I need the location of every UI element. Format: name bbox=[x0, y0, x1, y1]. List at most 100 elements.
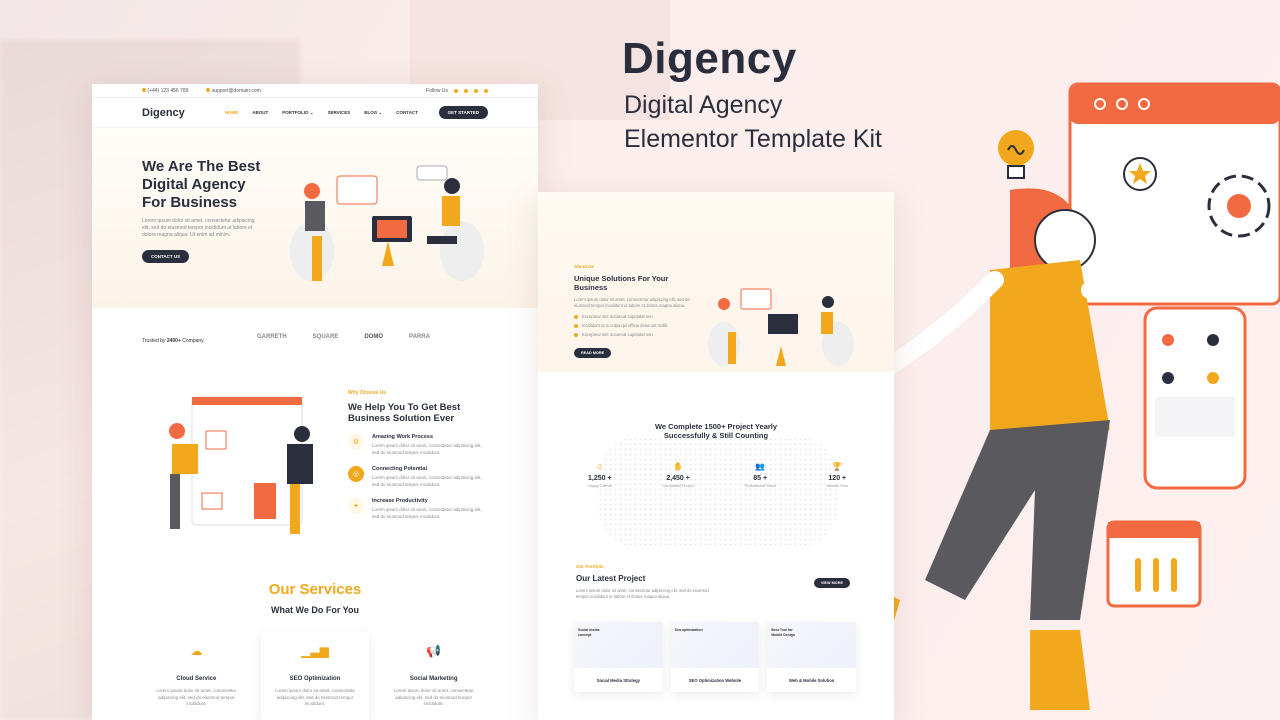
bullet-icon bbox=[574, 323, 578, 328]
hero-text: Lorem ipsum dolor sit amet, consectetur … bbox=[142, 218, 255, 238]
nav-blog[interactable]: BLOG ⌄ bbox=[364, 110, 382, 116]
hero-title: We Are The Best Digital Agency For Busin… bbox=[142, 158, 260, 212]
phone-icon bbox=[142, 87, 146, 92]
brand-logo: DOMO bbox=[364, 334, 384, 340]
services-subtitle: What We Do For You bbox=[271, 605, 359, 615]
nav-about[interactable]: ABOUT bbox=[252, 110, 268, 116]
site-logo[interactable]: Digency bbox=[142, 107, 185, 119]
project-card[interactable]: Best Tool for Mobile Design Web & Mobile… bbox=[767, 622, 857, 692]
bullet-icon bbox=[574, 332, 578, 337]
about-title: Unique Solutions For Your Business bbox=[574, 274, 669, 292]
portfolio-text: Lorem ipsum dolor sit amet, consectetur … bbox=[576, 588, 709, 599]
stat-value: 1,250 + bbox=[588, 475, 612, 482]
about-bullets: Excepteur sint occaecat cupidatat non In… bbox=[574, 314, 694, 337]
feature-item: ◎ Connecting Potential Lorem ipsum dolor … bbox=[348, 466, 498, 488]
get-started-button[interactable]: GET STARTED bbox=[438, 106, 488, 119]
stat-label: Professional Team bbox=[744, 484, 776, 488]
feature-item: ⚙ Amazing Work Process Lorem ipsum dolor … bbox=[348, 434, 498, 456]
stats-row: ☺ 1,250 + Happy Clients ✋ 2,450 + Completed … bbox=[588, 462, 848, 488]
about-illustration bbox=[708, 288, 854, 366]
brand-logos: GARRETH SQUARE DOMO PARRA bbox=[257, 334, 430, 340]
stat-item: ☺ 1,250 + Happy Clients bbox=[588, 462, 612, 488]
project-tag: Best Tool for Mobile Design bbox=[771, 628, 796, 637]
promo-subtitle: Digital Agency Elementor Template Kit bbox=[624, 88, 882, 156]
service-card[interactable]: ▁▃▆ SEO Optimization Lorem ipsum dolor s… bbox=[261, 632, 370, 720]
nav-portfolio[interactable]: PORTFOLIO ⌄ bbox=[282, 110, 313, 116]
stat-value: 2,450 + bbox=[666, 475, 690, 482]
projects-counter-title: We Complete 1500+ Project Yearly Success… bbox=[538, 422, 894, 440]
feature-title: Connecting Potential bbox=[372, 466, 427, 472]
project-card[interactable]: Social media concept Social Media Strate… bbox=[574, 622, 663, 692]
service-name: Cloud Service bbox=[176, 676, 217, 682]
service-name: SEO Optimization bbox=[289, 676, 341, 682]
hero-title-line2: Digital Agency bbox=[142, 176, 246, 193]
feature-item: ✦ Increase Productivity Lorem ipsum dolor… bbox=[348, 498, 498, 520]
instagram-icon[interactable] bbox=[474, 88, 478, 93]
facebook-icon[interactable] bbox=[454, 88, 458, 93]
topbar: (+44) 123 456 789 support@domain.com Fol… bbox=[92, 84, 538, 98]
productivity-icon: ✦ bbox=[348, 498, 364, 514]
service-text: Lorem ipsum dolor sit amet, consectetur … bbox=[274, 688, 356, 706]
read-more-button[interactable]: READ MORE bbox=[574, 348, 612, 358]
feature-text: Lorem ipsum dolor sit amet, consectetur … bbox=[372, 475, 482, 487]
why-choose-illustration bbox=[169, 396, 313, 534]
list-item: Incididunt ut in culpa qui officia deser… bbox=[574, 323, 694, 328]
why-title: We Help You To Get Best Business Solutio… bbox=[348, 402, 461, 424]
megaphone-icon: 📢 bbox=[426, 644, 442, 658]
stat-value: 120 + bbox=[828, 475, 847, 482]
bullet-text: Incididunt ut in culpa qui officia deser… bbox=[582, 323, 668, 328]
linkedin-icon[interactable] bbox=[484, 88, 488, 93]
nav-services[interactable]: SERVICES bbox=[328, 110, 351, 116]
email-text: support@domain.com bbox=[211, 87, 261, 94]
service-text: Lorem ipsum dolor sit amet, consectetur … bbox=[156, 688, 237, 706]
follow-label: Follow Us bbox=[426, 87, 448, 94]
service-card[interactable]: ☁ Cloud Service Lorem ipsum dolor sit am… bbox=[142, 632, 251, 720]
stat-label: Awards Won bbox=[826, 484, 848, 488]
phone-text: (+44) 123 456 789 bbox=[147, 87, 189, 94]
counter-title-line2: Successfully & Still Counting bbox=[663, 431, 769, 440]
service-text: Lorem ipsum dolor sit amet, consectetur … bbox=[393, 688, 474, 706]
project-thumbnail: Best Tool for Mobile Design bbox=[767, 622, 857, 668]
topbar-phone[interactable]: (+44) 123 456 789 bbox=[142, 87, 189, 94]
bullet-icon bbox=[574, 314, 578, 319]
twitter-icon[interactable] bbox=[464, 88, 468, 93]
feature-text: Lorem ipsum dolor sit amet, consectetur … bbox=[372, 443, 482, 455]
about-text: Lorem ipsum dolor sit amet, consectetur … bbox=[574, 297, 690, 308]
promo-subtitle-line1: Digital Agency bbox=[624, 91, 783, 119]
project-icon: ✋ bbox=[673, 462, 684, 471]
brand-logo: GARRETH bbox=[257, 334, 287, 340]
mail-icon bbox=[206, 87, 211, 92]
navbar: Digency HOME ABOUT PORTFOLIO ⌄ SERVICES … bbox=[92, 98, 538, 128]
world-map-background bbox=[598, 437, 838, 547]
bullet-text: Excepteur sint occaecat cupidatat non bbox=[582, 314, 653, 319]
nav-home[interactable]: HOME bbox=[225, 110, 239, 116]
project-thumbnail: Social media concept bbox=[574, 622, 663, 668]
trusted-by: Trusted by 2400+ Company bbox=[142, 338, 204, 344]
hero-illustration bbox=[290, 165, 484, 281]
topbar-email[interactable]: support@domain.com bbox=[206, 87, 261, 94]
contact-us-button[interactable]: CONTACT US bbox=[142, 250, 190, 263]
services-list: ☁ Cloud Service Lorem ipsum dolor sit am… bbox=[142, 632, 488, 720]
feature-title: Increase Productivity bbox=[372, 498, 428, 504]
list-item: Excepteur sint occaecat cupidatat non bbox=[574, 314, 694, 319]
project-name: Social Media Strategy bbox=[596, 678, 640, 683]
page-mockup-about: About Us Unique Solutions For Your Busin… bbox=[538, 192, 894, 720]
portfolio-kicker: Our Portfolio bbox=[576, 564, 604, 569]
brand-logo: SQUARE bbox=[312, 334, 339, 340]
project-tag: Social media concept bbox=[578, 628, 600, 637]
nav-contact[interactable]: CONTACT bbox=[396, 110, 418, 116]
stat-item: ✋ 2,450 + Completed Project bbox=[662, 462, 693, 488]
project-list: Social media concept Social Media Strate… bbox=[574, 622, 857, 692]
project-card[interactable]: Seo optimization SEO Optimization Websit… bbox=[670, 622, 760, 692]
service-name: Social Marketing bbox=[409, 676, 458, 682]
page-mockup-home: (+44) 123 456 789 support@domain.com Fol… bbox=[92, 84, 538, 720]
trusted-count: 2400+ bbox=[166, 338, 181, 344]
trophy-icon: 🏆 bbox=[832, 462, 843, 471]
lightbulb-icon bbox=[998, 130, 1034, 179]
service-card[interactable]: 📢 Social Marketing Lorem ipsum dolor sit… bbox=[379, 632, 488, 720]
view-more-button[interactable]: VIEW MORE bbox=[813, 578, 850, 588]
stat-label: Completed Project bbox=[662, 484, 694, 488]
about-kicker: About Us bbox=[574, 264, 594, 269]
bullet-text: Excepteur sint occaecat cupidatat non bbox=[582, 332, 653, 337]
stat-value: 85 + bbox=[753, 475, 768, 482]
